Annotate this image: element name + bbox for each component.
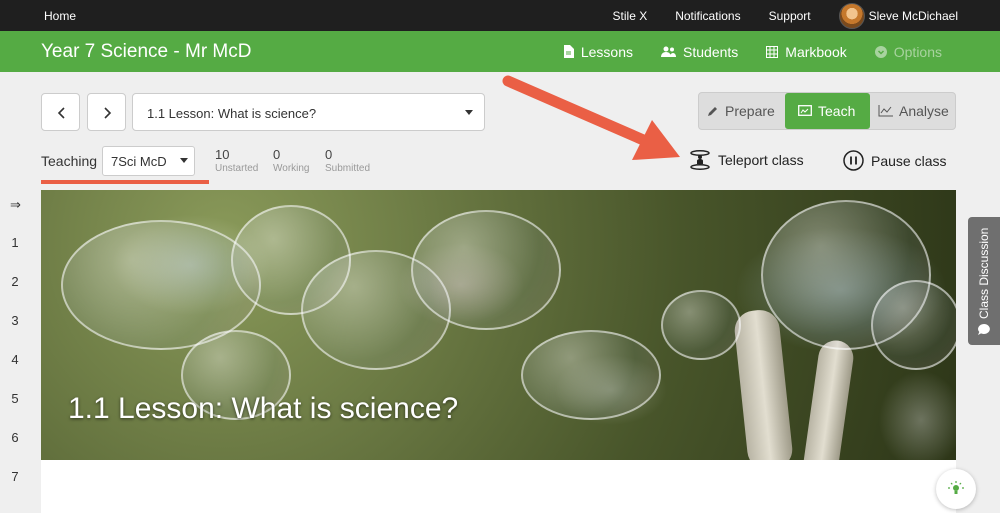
gutter-line-number: 3 (11, 313, 19, 328)
hero-title: 1.1 Lesson: What is science? (68, 392, 459, 425)
gutter-line-number: 7 (11, 469, 19, 484)
bubble (871, 280, 956, 370)
tree-trunk (801, 338, 856, 460)
lesson-content-area (41, 460, 956, 513)
gutter-line-number: 2 (11, 274, 19, 289)
bubble (521, 330, 661, 420)
class-discussion-label: Class Discussion (977, 227, 991, 319)
gutter-line-number: 4 (11, 352, 19, 367)
class-discussion-tab[interactable]: Class Discussion (968, 217, 1000, 345)
gutter-line-number: 1 (11, 235, 19, 250)
lesson-hero-image: 1.1 Lesson: What is science? (41, 190, 956, 460)
chat-icon (978, 324, 990, 335)
hint-button[interactable] (936, 469, 976, 509)
gutter-line-number: 6 (11, 430, 19, 445)
lightbulb-icon (948, 481, 964, 494)
gutter-line-number: 5 (11, 391, 19, 406)
bubble (661, 290, 741, 360)
bubble (411, 210, 561, 330)
tree-trunk (732, 308, 795, 460)
gutter-arrow-icon[interactable]: ⇒ (10, 197, 21, 213)
